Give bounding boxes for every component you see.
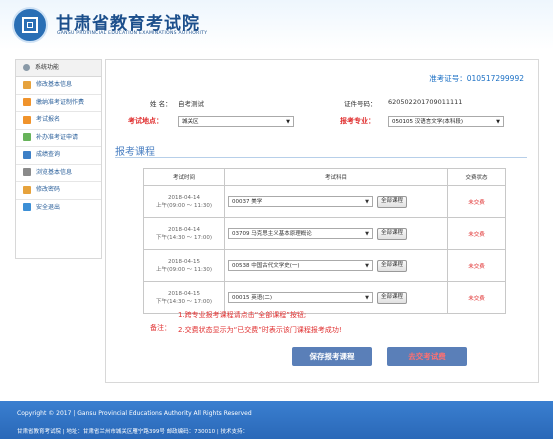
name-value: 自考测试: [178, 100, 204, 108]
payment-icon: [23, 98, 31, 106]
course-select[interactable]: 00538 中国古代文学史(一) ▼: [228, 260, 373, 271]
major-select[interactable]: 050105 汉语言文学(本科段) ▼: [388, 116, 504, 127]
sidebar: 系统功能 修改基本信息 缴纳准考证制作费 考试报名 补办准考证申请 成绩查询 浏…: [15, 59, 102, 259]
sidebar-item-browse-info[interactable]: 浏览基本信息: [16, 165, 101, 182]
sidebar-item-edit-info[interactable]: 修改基本信息: [16, 77, 101, 95]
section-title: 报考课程: [115, 147, 155, 158]
ticket-number: 准考证号：010517299992: [429, 74, 524, 83]
fee-status: 未交费: [447, 249, 506, 282]
sidebar-item-register[interactable]: 考试报名: [16, 112, 101, 130]
system-icon: [23, 64, 30, 71]
table-header-row: 考试时间 考试科目 交费状态: [143, 168, 506, 186]
chevron-down-icon: ▼: [365, 231, 369, 237]
logo-icon: [12, 7, 48, 43]
course-cell: 03709 马克思主义基本原理概论 ▼ 全部课程: [224, 217, 448, 250]
key-icon: [23, 185, 31, 194]
table-row: 2018-04-15 下午(14:30 ～ 17:00) 00015 英语(二) ▼…: [143, 281, 506, 314]
main-panel: 准考证号：010517299992 姓 名： 自考测试 证件号码： 620502…: [105, 59, 539, 383]
exit-icon: [23, 203, 31, 211]
section-divider: [115, 157, 527, 158]
chevron-down-icon: ▼: [365, 263, 369, 269]
exam-time-cell: 2018-04-14 下午(14:30 ～ 17:00): [143, 217, 225, 250]
site-header: 甘肃省教育考试院 GANSU PROVINCIAL EDUCATION EXAM…: [0, 0, 553, 50]
site-footer: Copyright © 2017 | Gansu Provincial Educ…: [0, 401, 553, 439]
course-cell: 00015 英语(二) ▼ 全部课程: [224, 281, 448, 314]
sidebar-item-grades[interactable]: 成绩查询: [16, 147, 101, 165]
register-icon: [23, 115, 31, 124]
header-exam-time: 考试时间: [143, 168, 225, 186]
fee-status: 未交费: [447, 281, 506, 314]
name-label: 姓 名：: [150, 100, 172, 108]
pay-exam-fee-button[interactable]: 去交考试费: [387, 347, 467, 366]
grades-icon: [23, 150, 31, 159]
chevron-down-icon: ▼: [365, 199, 369, 205]
header-fee-status: 交费状态: [447, 168, 506, 186]
course-select[interactable]: 00015 英语(二) ▼: [228, 292, 373, 303]
footer-info: 甘肃省教育考试院 | 地址：甘肃省兰州市城关区雁宁路399号 邮政编码：7300…: [17, 429, 248, 435]
note-line: 2.交费状态显示为“已交费”时表示该门课程报考成功!: [178, 326, 342, 334]
notes-label: 备注：: [150, 324, 171, 332]
chevron-down-icon: ▼: [365, 295, 369, 301]
all-courses-button[interactable]: 全部课程: [377, 291, 408, 304]
chevron-down-icon: ▼: [496, 119, 500, 125]
all-courses-button[interactable]: 全部课程: [377, 195, 408, 208]
sidebar-heading: 系统功能: [16, 60, 101, 77]
save-courses-button[interactable]: 保存报考课程: [292, 347, 372, 366]
exam-site-select[interactable]: 城关区 ▼: [178, 116, 294, 127]
sidebar-item-reissue-card[interactable]: 补办准考证申请: [16, 130, 101, 147]
copyright: Copyright © 2017 | Gansu Provincial Educ…: [17, 410, 252, 417]
fee-status: 未交费: [447, 185, 506, 218]
course-select[interactable]: 00037 美学 ▼: [228, 196, 373, 207]
table-row: 2018-04-15 上午(09:00 ～ 11:30) 00538 中国古代文学…: [143, 249, 506, 282]
sidebar-item-logout[interactable]: 安全退出: [16, 200, 101, 217]
exam-site-label: 考试地点：: [128, 117, 163, 125]
major-label: 报考专业：: [340, 117, 375, 125]
card-icon: [23, 133, 31, 141]
chevron-down-icon: ▼: [286, 119, 290, 125]
id-value: 620502201709011111: [388, 98, 463, 106]
exam-time-cell: 2018-04-15 上午(09:00 ～ 11:30): [143, 249, 225, 282]
exam-time-cell: 2018-04-15 下午(14:30 ～ 17:00): [143, 281, 225, 314]
course-cell: 00538 中国古代文学史(一) ▼ 全部课程: [224, 249, 448, 282]
table-row: 2018-04-14 下午(14:30 ～ 17:00) 03709 马克思主义基…: [143, 217, 506, 250]
fee-status: 未交费: [447, 217, 506, 250]
sidebar-item-pay-fee[interactable]: 缴纳准考证制作费: [16, 95, 101, 112]
exam-time-cell: 2018-04-14 上午(09:00 ～ 11:30): [143, 185, 225, 218]
table-row: 2018-04-14 上午(09:00 ～ 11:30) 00037 美学 ▼ 全部课…: [143, 185, 506, 218]
sidebar-item-change-password[interactable]: 修改密码: [16, 182, 101, 200]
courses-table: 考试时间 考试科目 交费状态 2018-04-14 上午(09:00 ～ 11:3…: [143, 168, 506, 314]
all-courses-button[interactable]: 全部课程: [377, 227, 408, 240]
browse-icon: [23, 168, 31, 176]
id-label: 证件号码：: [344, 100, 377, 108]
note-line: 1.跨专业报考课程请点击“全部课程”按钮;: [178, 311, 307, 319]
course-select[interactable]: 03709 马克思主义基本原理概论 ▼: [228, 228, 373, 239]
edit-icon: [23, 80, 31, 89]
header-exam-subject: 考试科目: [224, 168, 448, 186]
site-subtitle: GANSU PROVINCIAL EDUCATION EXAMINATIONS …: [57, 31, 208, 36]
all-courses-button[interactable]: 全部课程: [377, 259, 408, 272]
course-cell: 00037 美学 ▼ 全部课程: [224, 185, 448, 218]
